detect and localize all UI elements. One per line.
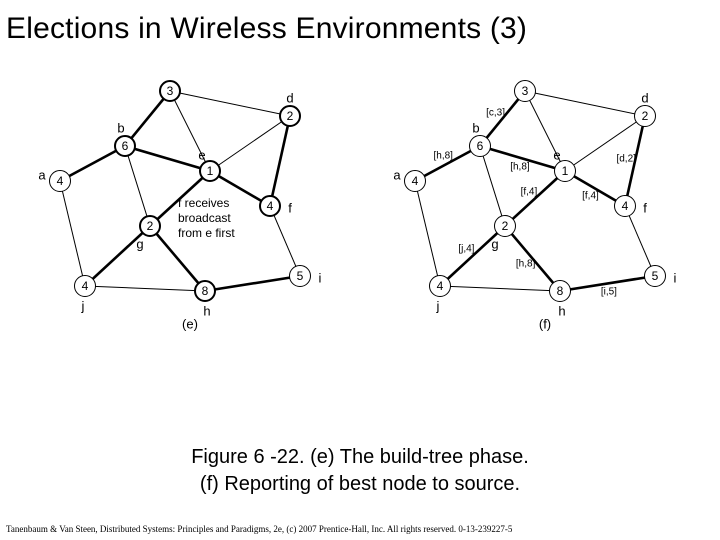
figure-caption: Figure 6 -22. (e) The build-tree phase. … [0,444,720,498]
node-label: f [643,201,647,216]
node-label: f [288,201,292,216]
node-label: a [38,168,45,183]
node-n2d: 2 [634,105,656,127]
node-label: a [393,168,400,183]
caption-line-1: Figure 6 -22. (e) The build-tree phase. [0,444,720,471]
annotation-text: f receivesbroadcastfrom e first [178,196,235,241]
edge-label: [f,4] [582,191,599,202]
edge-label: [h,8] [433,150,452,161]
caption-line-2: (f) Reporting of best node to source. [0,471,720,498]
edge-label: [h,8] [510,162,529,173]
node-n4a: 4 [404,170,426,192]
node-n5: 5 [644,265,666,287]
node-n1: 1 [199,160,221,182]
node-n8: 8 [549,280,571,302]
node-n2g: 2 [494,215,516,237]
node-n1: 1 [554,160,576,182]
graph-f: [c,3] [d,2] [h,8] [h,8] [f,4] [f,4] [j,4] [h,8]… [395,76,695,336]
edge-label: [j,4] [458,244,474,255]
edge-label: [i,5] [601,287,617,298]
graph-e: 32d6b1e4a2g4f4j8h5i(e)f receivesbroadcas… [40,76,340,336]
edge-label: [h,8] [516,259,535,270]
node-n6: 6 [114,135,136,157]
node-label: e [553,148,560,163]
node-label: g [491,237,498,252]
node-n3: 3 [514,80,536,102]
node-label: j [82,299,85,314]
node-label: j [437,299,440,314]
node-n4f: 4 [614,195,636,217]
node-label: i [319,271,322,286]
edge-label: [f,4] [521,186,538,197]
node-label: d [641,91,648,106]
node-n4j: 4 [429,275,451,297]
node-n5: 5 [289,265,311,287]
subfigure-label: (e) [182,317,198,332]
node-label: g [136,237,143,252]
node-n4a: 4 [49,170,71,192]
edge-label: [d,2] [616,154,635,165]
copyright-footer: Tanenbaum & Van Steen, Distributed Syste… [6,524,512,534]
node-label: h [558,304,565,319]
node-label: b [472,121,479,136]
node-label: i [674,271,677,286]
node-label: b [117,121,124,136]
node-n8: 8 [194,280,216,302]
diagram-area: 32d6b1e4a2g4f4j8h5i(e)f receivesbroadcas… [0,66,720,446]
node-n6: 6 [469,135,491,157]
edge-label: [c,3] [486,107,505,118]
page-title: Elections in Wireless Environments (3) [0,0,720,46]
node-label: h [203,304,210,319]
node-n2g: 2 [139,215,161,237]
node-n2d: 2 [279,105,301,127]
node-label: e [198,148,205,163]
node-n4f: 4 [259,195,281,217]
node-n3: 3 [159,80,181,102]
node-label: d [286,91,293,106]
subfigure-label: (f) [539,317,551,332]
node-n4j: 4 [74,275,96,297]
